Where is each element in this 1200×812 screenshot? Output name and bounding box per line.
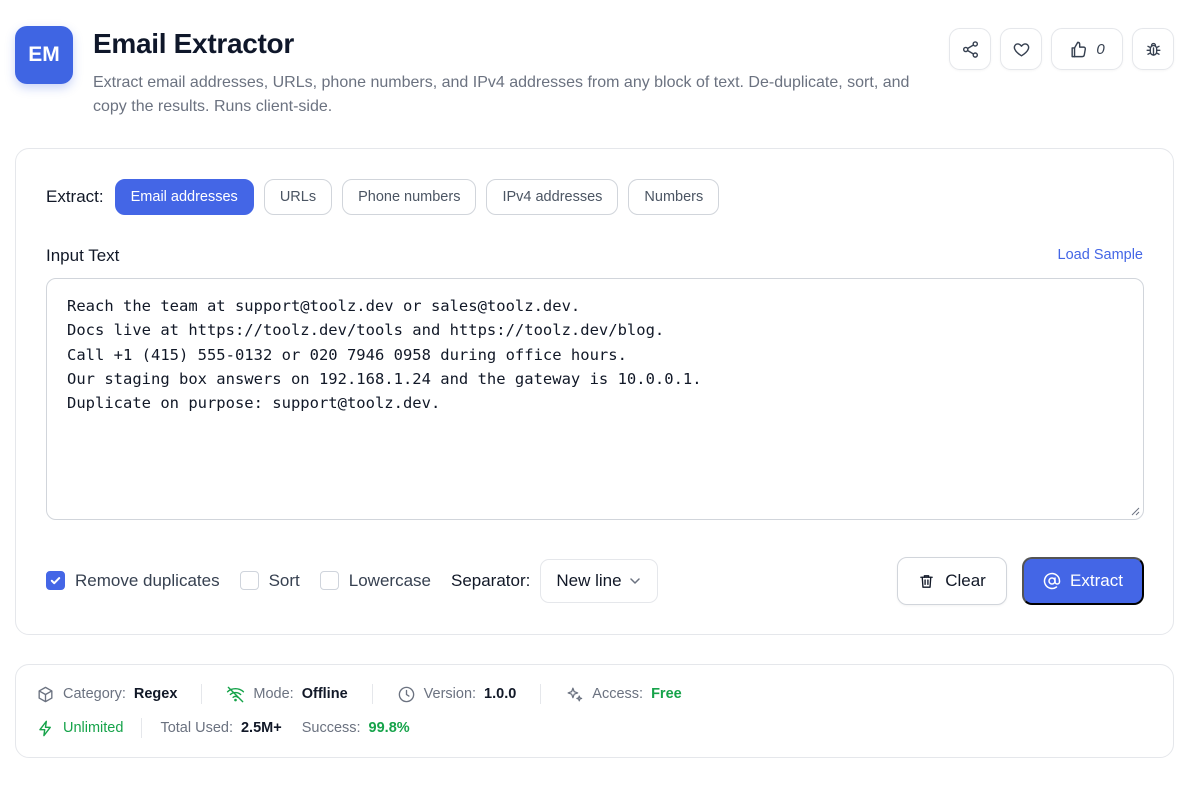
input-line: Reach the team at support@toolz.dev or s… [67,297,581,315]
separator-value: New line [556,570,622,590]
extractor-card: Extract: Email addresses URLs Phone numb… [15,148,1174,635]
access-info: Access: Free [565,685,682,704]
report-bug-button[interactable] [1132,28,1174,70]
extract-label: Extract [1070,571,1123,590]
version-key: Version: [423,686,477,702]
wifi-off-icon [227,686,245,702]
mode-value: Offline [301,686,348,702]
success-key: Success: [301,720,361,736]
page-description: Extract email addresses, URLs, phone num… [93,74,910,115]
resize-grip-icon[interactable] [1130,506,1140,516]
remove-duplicates-checkbox[interactable] [46,571,65,590]
mode-phone-numbers[interactable]: Phone numbers [342,179,477,215]
extract-label: Extract: [46,187,104,206]
share-button[interactable] [949,28,991,70]
success-info: Success: 99.8% [302,720,410,736]
input-line: Call +1 (415) 555-0132 or 020 7946 0958 … [67,345,627,364]
lowercase-option[interactable]: Lowercase [319,570,431,591]
divider [141,718,143,738]
category-value: Regex [133,686,178,702]
check-icon [50,577,61,585]
trash-icon [920,574,934,588]
like-count: 0 [1096,40,1105,58]
input-text-label: Input Text [46,246,120,265]
clear-label: Clear [945,571,986,590]
share-icon [962,40,978,58]
sort-label: Sort [268,570,300,590]
access-key: Access: [592,686,644,702]
remove-duplicates-label: Remove duplicates [75,570,220,590]
extract-button[interactable]: Extract [1022,557,1144,605]
extract-mode-selector: Extract: Email addresses URLs Phone numb… [46,179,720,215]
lowercase-label: Lowercase [348,570,431,590]
access-value: Free [651,686,682,702]
mode-email-addresses[interactable]: Email addresses [114,179,254,215]
sort-option[interactable]: Sort [239,570,300,591]
app-logo: EM [15,26,73,84]
thumbs-up-icon [1071,41,1087,57]
page-title: Email Extractor [93,28,294,59]
input-line: Duplicate on purpose: support@toolz.dev. [67,394,441,413]
sparkles-icon [567,687,583,701]
mode-key: Mode: [253,686,294,702]
sort-checkbox[interactable] [239,571,259,590]
info-row: Category: Regex Mode: Offline Version: 1… [36,684,682,704]
mode-urls[interactable]: URLs [263,179,333,215]
separator-option: Separator: New line [450,558,658,603]
divider [540,684,542,704]
cube-icon [38,686,53,702]
category-info: Category: Regex [36,685,177,704]
heart-icon [1013,42,1029,57]
remove-duplicates-option[interactable]: Remove duplicates [46,571,220,591]
separator-label: Separator: [450,570,531,590]
unlimited-info: Unlimited [36,719,123,738]
divider [201,684,203,704]
lightning-icon [39,720,51,736]
lowercase-checkbox[interactable] [319,571,339,590]
category-key: Category: [63,686,126,702]
mode-numbers[interactable]: Numbers [628,179,720,215]
clock-icon [398,686,414,702]
bug-icon [1145,42,1161,56]
success-value: 99.8% [368,720,410,736]
total-used-key: Total Used: [160,720,233,736]
like-button[interactable]: 0 [1051,28,1123,70]
total-used-value: 2.5M+ [240,720,282,736]
unlimited-label: Unlimited [63,720,124,736]
chevron-down-icon [629,577,640,584]
mode-info: Mode: Offline [226,685,348,704]
mode-ipv4-addresses[interactable]: IPv4 addresses [486,179,619,215]
favorite-button[interactable] [1000,28,1042,70]
options-row: Remove duplicates Sort Lowercase Separat… [46,558,658,603]
clear-button[interactable]: Clear [897,557,1007,605]
version-info: Version: 1.0.0 [397,685,517,704]
version-value: 1.0.0 [484,686,517,702]
info-row: Unlimited Total Used: 2.5M+ Success: 99.… [36,718,410,738]
input-line: Our staging box answers on 192.168.1.24 … [67,369,702,388]
input-textarea[interactable]: Reach the team at support@toolz.dev or s… [46,278,1144,520]
load-sample-link[interactable]: Load Sample [1058,247,1143,263]
tool-info-card: Category: Regex Mode: Offline Version: 1… [15,664,1174,758]
at-sign-icon [1043,572,1061,590]
separator-select[interactable]: New line [540,558,658,603]
divider [371,684,373,704]
total-used-info: Total Used: 2.5M+ [160,720,281,736]
input-line: Docs live at https://toolz.dev/tools and… [67,321,665,340]
